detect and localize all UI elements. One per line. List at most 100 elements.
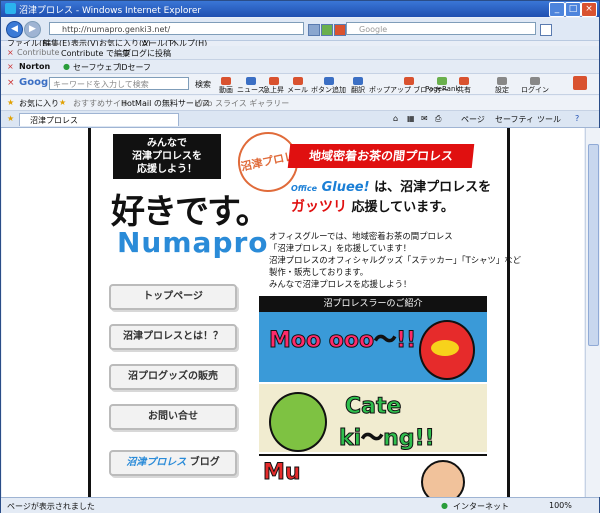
google-share-button[interactable]: 共有 bbox=[457, 77, 471, 95]
brand-office: Office bbox=[291, 184, 318, 193]
support-line: 応援しよう！ bbox=[137, 164, 197, 175]
status-bar: ページが表示されました ● インターネット 100% bbox=[1, 497, 599, 513]
wrestler-face-icon bbox=[421, 460, 465, 497]
google-translate-button[interactable]: 翻訳 bbox=[351, 77, 365, 95]
close-toolbar-icon[interactable]: × bbox=[7, 78, 15, 88]
brand-gattsuri: ガッツリ bbox=[291, 199, 347, 215]
brand-line: Office Gluee! は、沼津プロレスを bbox=[291, 176, 491, 195]
tab-favorites-icon[interactable]: ★ bbox=[7, 114, 14, 123]
google-search-button[interactable]: 検索 bbox=[195, 79, 211, 90]
page-menu[interactable]: ページ bbox=[461, 114, 485, 125]
intro-header: 沼プロレスラーのご紹介 bbox=[259, 296, 487, 312]
zone-text: インターネット bbox=[453, 502, 509, 511]
blog-label: ブログ bbox=[189, 457, 220, 468]
search-input[interactable]: Google bbox=[346, 22, 536, 35]
blog-name: 沼津プロレス bbox=[126, 457, 187, 468]
contribute-toolbar: × Contribute Contribute で編集 ブログに投稿 bbox=[1, 46, 599, 60]
minimize-button[interactable]: _ bbox=[549, 2, 565, 17]
google-mail-button[interactable]: メール bbox=[287, 77, 308, 95]
tools-menu[interactable]: ツール bbox=[537, 114, 561, 125]
idsafe-button[interactable]: IDセーフ bbox=[119, 62, 151, 73]
wrestler-panel[interactable]: Moo ooo〜!! bbox=[259, 312, 487, 382]
google-search-input[interactable]: キーワードを入力して検索 bbox=[49, 77, 189, 90]
safeweb-button[interactable]: セーフウェブ bbox=[73, 62, 121, 73]
nav-contact[interactable]: お問い合せ bbox=[109, 404, 237, 430]
stop-icon[interactable] bbox=[334, 24, 346, 36]
support-line: 沼津プロレスを bbox=[132, 151, 202, 162]
google-news-button[interactable]: ニュース bbox=[237, 77, 265, 95]
contribute-button[interactable]: Contribute bbox=[17, 48, 59, 57]
mask-eyes bbox=[431, 340, 459, 356]
status-text: ページが表示されました bbox=[7, 502, 95, 511]
wrestler1-name: Moo ooo〜!! bbox=[268, 328, 417, 354]
description-line: 「沼津プロレス」を応援しています！ bbox=[269, 243, 412, 253]
scrollbar-thumb[interactable] bbox=[588, 144, 599, 346]
google-add-button[interactable]: ボタン追加 bbox=[311, 77, 346, 95]
norton-toolbar: × Norton ● セーフウェブ IDセーフ bbox=[1, 60, 599, 74]
safety-menu[interactable]: セーフティ bbox=[495, 114, 534, 125]
local-banner: 地域密着お茶の間プロレス bbox=[287, 144, 475, 168]
search-icon[interactable] bbox=[540, 24, 552, 36]
forward-icon[interactable]: ▶ bbox=[24, 21, 41, 38]
ie-icon bbox=[5, 3, 16, 14]
google-pagerank-button[interactable]: PageRank bbox=[425, 77, 459, 93]
close-toolbar-icon[interactable]: × bbox=[7, 48, 14, 57]
nav-blog[interactable]: 沼津プロレス ブログ bbox=[109, 450, 237, 476]
favorites-bar: ★ お気に入り ★ おすすめサイト HotMail の無料サービス Web スラ… bbox=[1, 96, 599, 111]
add-favorite-icon[interactable]: ★ bbox=[59, 98, 66, 107]
description-line: 製作・販売しております。 bbox=[269, 267, 369, 277]
feeds-icon[interactable]: ▦ bbox=[407, 114, 415, 123]
wrestler2-name-b: ki〜ng!! bbox=[339, 426, 436, 452]
zoom-level[interactable]: 100% bbox=[549, 501, 572, 510]
google-trending-button[interactable]: 急上昇 bbox=[263, 77, 284, 95]
wrestler3-name: Mu bbox=[263, 460, 302, 486]
vertical-scrollbar[interactable] bbox=[585, 128, 600, 497]
brand-line2: ガッツリ 応援しています。 bbox=[291, 196, 454, 216]
shield-icon: ● bbox=[63, 62, 70, 71]
numapro-logo[interactable]: Numapro bbox=[117, 226, 269, 259]
address-input[interactable]: http://numapro.genki3.net/ bbox=[49, 22, 304, 35]
page-content: みんなで 沼津プロレスを 応援しよう！ 沼津プロレ 地域密着お茶の間プロレス 好… bbox=[2, 128, 584, 497]
google-video-button[interactable]: 動画 bbox=[219, 77, 233, 95]
nav-about[interactable]: 沼津プロレスとは！？ bbox=[109, 324, 237, 350]
refresh-icon[interactable] bbox=[321, 24, 333, 36]
norton-logo[interactable]: Norton bbox=[19, 62, 50, 71]
support-box: みんなで 沼津プロレスを 応援しよう！ bbox=[113, 134, 221, 179]
description-line: 沼津プロレスのオフィシャルグッズ「ステッカー」「Tシャツ」など bbox=[269, 255, 522, 265]
browser-window: 沼津プロレス - Windows Internet Explorer _ □ ×… bbox=[0, 0, 600, 513]
close-toolbar-icon[interactable]: × bbox=[7, 62, 14, 71]
blog-post-button[interactable]: ブログに投稿 bbox=[123, 48, 171, 59]
close-button[interactable]: × bbox=[581, 2, 597, 17]
brand-line2-rest: 応援しています。 bbox=[351, 200, 454, 215]
google-login-button[interactable]: ログイン bbox=[521, 77, 549, 95]
maximize-button[interactable]: □ bbox=[565, 2, 581, 17]
description-line: オフィスグルーでは、地域密着お茶の間プロレス bbox=[269, 231, 453, 241]
toolbar-options-icon[interactable] bbox=[573, 76, 587, 90]
tab-strip: ★ 沼津プロレス ⌂ ▦ ✉ ⎙ ページ セーフティ ツール ? bbox=[1, 111, 599, 128]
home-icon[interactable]: ⌂ bbox=[393, 114, 398, 123]
brand-gluee: Gluee! bbox=[321, 180, 370, 195]
wrestler-panel[interactable]: Cate ki〜ng!! bbox=[259, 384, 487, 452]
nav-top-page[interactable]: トップページ bbox=[109, 284, 237, 310]
webslice-link[interactable]: Web スライス ギャラリー bbox=[195, 98, 289, 109]
compat-view-icon[interactable] bbox=[308, 24, 320, 36]
print-icon[interactable]: ⎙ bbox=[435, 114, 441, 124]
tab-numazu[interactable]: 沼津プロレス bbox=[19, 113, 179, 126]
google-settings-button[interactable]: 設定 bbox=[495, 77, 509, 95]
favorites-button[interactable]: お気に入り bbox=[19, 98, 59, 109]
google-toolbar: × Google キーワードを入力して検索 検索 動画 ニュース 急上昇 メール… bbox=[1, 74, 599, 95]
nav-goods[interactable]: 沼プログッズの販売 bbox=[109, 364, 237, 390]
favorites-star-icon[interactable]: ★ bbox=[7, 98, 14, 107]
back-icon[interactable]: ◀ bbox=[6, 21, 23, 38]
site-body: みんなで 沼津プロレスを 応援しよう！ 沼津プロレ 地域密着お茶の間プロレス 好… bbox=[88, 128, 522, 497]
wrestler-intro: 沼プロレスラーのご紹介 Moo ooo〜!! Cate ki〜ng!! Mu bbox=[259, 296, 487, 497]
wrestler-panel[interactable]: Mu bbox=[259, 454, 487, 497]
support-line: みんなで bbox=[147, 138, 187, 149]
help-icon[interactable]: ? bbox=[575, 114, 579, 123]
mail-icon[interactable]: ✉ bbox=[421, 114, 428, 123]
contribute-edit-button[interactable]: Contribute で編集 bbox=[61, 48, 130, 59]
wrestler2-name-a: Cate bbox=[344, 394, 402, 420]
description-line: みんなで沼津プロレスを応援しよう！ bbox=[269, 279, 412, 289]
window-title: 沼津プロレス - Windows Internet Explorer bbox=[19, 6, 202, 16]
brand-line1-rest: は、沼津プロレスを bbox=[374, 180, 492, 195]
